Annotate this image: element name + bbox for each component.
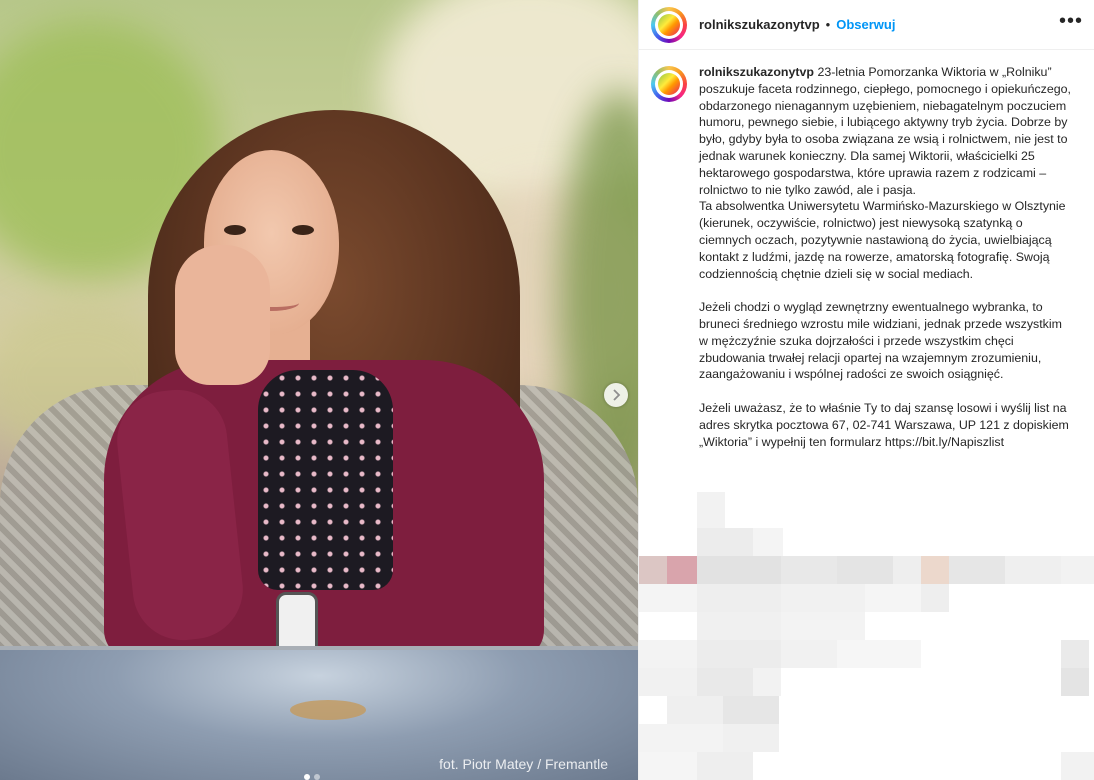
carousel-dot [314, 774, 320, 780]
caption-username-link[interactable]: rolnikszukazonytvp [699, 65, 814, 79]
carousel-next-button[interactable] [604, 383, 628, 407]
pixelated-block [753, 528, 783, 556]
table-reflection [290, 700, 366, 720]
follow-button[interactable]: Obserwuj [836, 17, 895, 32]
avatar-ring [655, 70, 683, 98]
pixelated-block [921, 584, 949, 612]
scarf [258, 370, 393, 590]
pixelated-block [837, 640, 921, 668]
pixelated-block [697, 668, 753, 696]
pixelated-block [697, 640, 781, 668]
rolnik-szuka-zony-logo-icon [658, 13, 680, 36]
pixelated-block [639, 640, 697, 668]
caption-paragraph-1-text: 23-letnia Pomorzanka Wiktoria w „Rolniku… [699, 65, 1071, 197]
pixelated-block [865, 584, 921, 612]
separator-dot: • [825, 17, 831, 32]
pixelated-block [723, 724, 779, 752]
avatar-ring [655, 10, 683, 39]
caption-paragraph-1: rolnikszukazonytvp 23-letnia Pomorzanka … [699, 64, 1071, 198]
pixelated-comments-area [639, 492, 1094, 780]
pixelated-block [1061, 752, 1094, 780]
pixelated-block [667, 556, 697, 584]
carousel-dot-active [304, 774, 310, 780]
pixelated-block [781, 640, 837, 668]
post-caption: rolnikszukazonytvp 23-letnia Pomorzanka … [639, 50, 1094, 450]
pixelated-block [639, 556, 667, 584]
pixelated-block [1061, 668, 1089, 696]
caption-paragraph-2: Ta absolwentka Uniwersytetu Warmińsko-Ma… [699, 199, 1066, 281]
caption-avatar[interactable] [651, 66, 687, 102]
pixelated-block [753, 668, 781, 696]
chevron-right-icon [613, 389, 621, 401]
pixelated-block [667, 696, 723, 724]
pixelated-block [697, 556, 781, 584]
left-eye [224, 225, 246, 235]
post-header: rolnikszukazonytvp • Obserwuj ••• [639, 0, 1094, 50]
pixelated-block [697, 492, 725, 528]
profile-avatar[interactable] [651, 6, 687, 43]
pixelated-block [639, 724, 723, 752]
more-options-icon[interactable]: ••• [1059, 11, 1083, 34]
pixelated-block [639, 668, 697, 696]
pixelated-block [697, 584, 781, 612]
pixelated-block [697, 528, 753, 556]
carousel-indicator [304, 774, 320, 780]
pixelated-block [893, 556, 921, 584]
caption-text: rolnikszukazonytvp 23-letnia Pomorzanka … [699, 64, 1071, 450]
post-side-panel: rolnikszukazonytvp • Obserwuj ••• rolnik… [638, 0, 1094, 780]
pixelated-block [921, 556, 949, 584]
caption-paragraph-3: Jeżeli chodzi o wygląd zewnętrzny ewentu… [699, 300, 1062, 382]
pixelated-block [697, 612, 781, 640]
post-photo: fot. Piotr Matey / Fremantle [0, 0, 638, 780]
pixelated-block [639, 752, 697, 780]
pixelated-block [781, 556, 837, 584]
pixelated-block [723, 696, 779, 724]
pixelated-block [781, 612, 865, 640]
pixelated-block [1061, 556, 1094, 584]
caption-paragraph-4: Jeżeli uważasz, że to właśnie Ty to daj … [699, 400, 1069, 449]
photo-credit: fot. Piotr Matey / Fremantle [439, 756, 608, 772]
pixelated-block [697, 752, 753, 780]
pixelated-block [781, 584, 865, 612]
header-username-link[interactable]: rolnikszukazonytvp [699, 17, 820, 32]
pixelated-block [949, 556, 1005, 584]
pixelated-block [1005, 556, 1061, 584]
pixelated-block [837, 556, 893, 584]
right-eye [292, 225, 314, 235]
hand [175, 245, 270, 385]
rolnik-szuka-zony-logo-icon [658, 73, 680, 95]
pixelated-block [639, 584, 697, 612]
pixelated-block [1061, 640, 1089, 668]
